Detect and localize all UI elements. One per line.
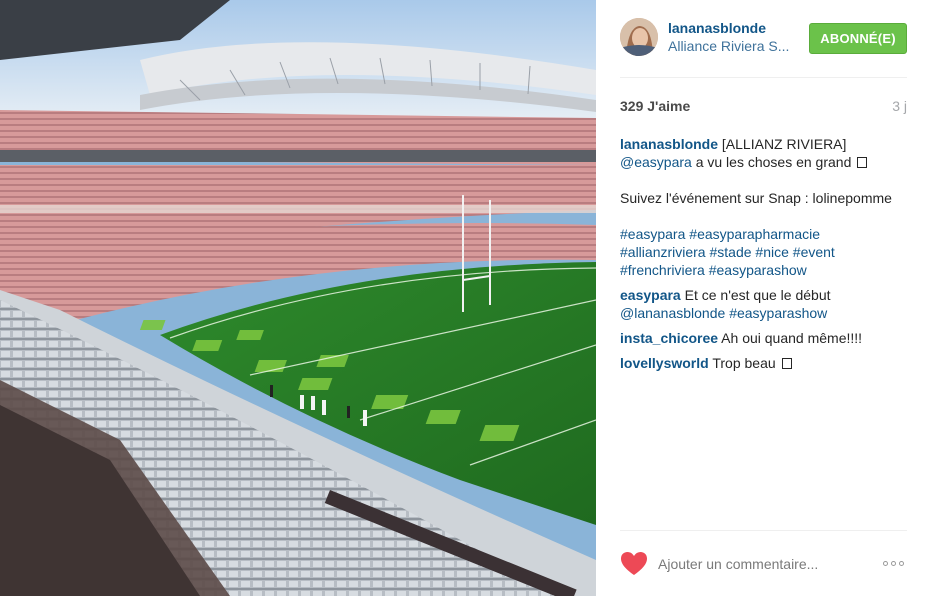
emoji-placeholder-icon [781,358,792,369]
dot-icon [883,560,888,566]
hashtag-link[interactable]: #easyparapharmacie [689,226,820,242]
heart-icon[interactable] [620,551,648,577]
emoji-placeholder-icon [857,157,868,168]
post-header: lananasblonde Alliance Riviera S... ABON… [620,18,907,62]
hashtag-link[interactable]: #easyparashow [729,305,827,321]
post-time[interactable]: 3 j [892,98,907,114]
follow-button[interactable]: ABONNÉ(E) [809,23,907,54]
comments-list: lananasblonde [ALLIANZ RIVIERA] @easypar… [620,135,910,379]
hashtag-line: #frenchriviera #easyparashow [620,261,910,279]
stadium-photo [0,0,596,596]
post-details-panel: lananasblonde Alliance Riviera S... ABON… [596,0,929,596]
comment-username-link[interactable]: insta_chicoree [620,330,718,346]
more-options-icon[interactable] [883,557,907,569]
heart-icon-shape [621,552,647,575]
avatar[interactable] [620,18,658,56]
comment-item: easypara Et ce n'est que le début @lanan… [620,286,910,322]
hashtag-link[interactable]: #allianzriviera [620,244,706,260]
caption-text: [ALLIANZ RIVIERA] [718,136,847,152]
hashtag-line: #easypara #easyparapharmacie [620,225,910,243]
comment-item: lovellysworld Trop beau [620,354,910,372]
comment-tags: @lananasblonde #easyparashow [620,304,910,322]
hashtag-link[interactable]: #event [793,244,835,260]
caption: lananasblonde [ALLIANZ RIVIERA] @easypar… [620,135,910,279]
author-username-link[interactable]: lananasblonde [668,20,789,37]
comment-bar [620,546,907,582]
caption-text: a vu les choses en grand [691,154,856,170]
comment-item: insta_chicoree Ah oui quand même!!!! [620,329,910,347]
hashtag-link[interactable]: #frenchriviera [620,262,705,278]
hashtag-link[interactable]: #easypara [620,226,685,242]
dot-icon [899,560,904,566]
caption-line: @easypara a vu les choses en grand [620,153,910,171]
hashtag-link[interactable]: #nice [755,244,788,260]
post-photo[interactable] [0,0,596,596]
mention-link[interactable]: @easypara [620,154,692,170]
comment-username-link[interactable]: easypara [620,287,681,303]
author-info: lananasblonde Alliance Riviera S... [668,20,789,56]
comment-text: Ah oui quand même!!!! [718,330,863,346]
hashtag-link[interactable]: #stade [709,244,751,260]
comment-text: Trop beau [708,355,780,371]
header-divider [620,77,907,78]
comment-username-link[interactable]: lovellysworld [620,355,709,371]
caption-line: lananasblonde [ALLIANZ RIVIERA] [620,135,910,153]
caption-text: Suivez l'événement sur Snap : lolinepomm… [620,190,892,206]
comment-text: Et ce n'est que le début [680,287,831,303]
avatar-image [620,18,658,56]
post-stats: 329 J'aime 3 j [620,98,907,116]
hashtag-line: #allianzriviera #stade #nice #event [620,243,910,261]
location-link[interactable]: Alliance Riviera S... [668,37,789,56]
comment-input[interactable] [658,553,878,575]
dot-icon [891,560,896,566]
likes-count[interactable]: 329 J'aime [620,98,690,114]
hashtag-link[interactable]: #easyparashow [709,262,807,278]
mention-link[interactable]: @lananasblonde [620,305,725,321]
footer-divider [620,530,907,531]
caption-username-link[interactable]: lananasblonde [620,136,718,152]
